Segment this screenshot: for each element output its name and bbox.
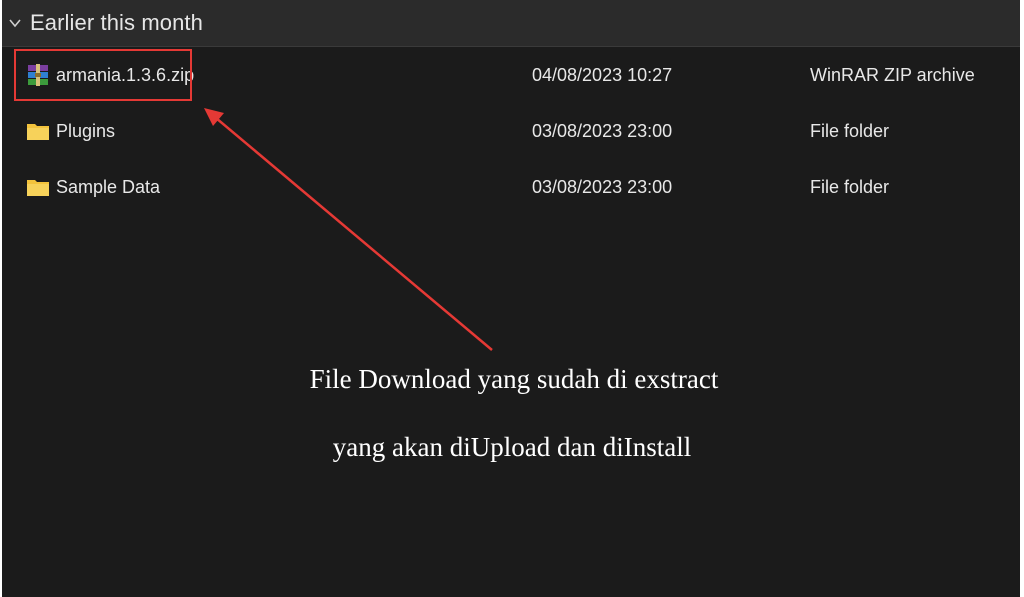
- annotation-caption-line-2: yang akan diUpload dan diInstall: [332, 432, 692, 462]
- annotation-arrow: [204, 108, 493, 351]
- annotation-caption-line-1: File Download yang sudah di exstract: [309, 364, 719, 394]
